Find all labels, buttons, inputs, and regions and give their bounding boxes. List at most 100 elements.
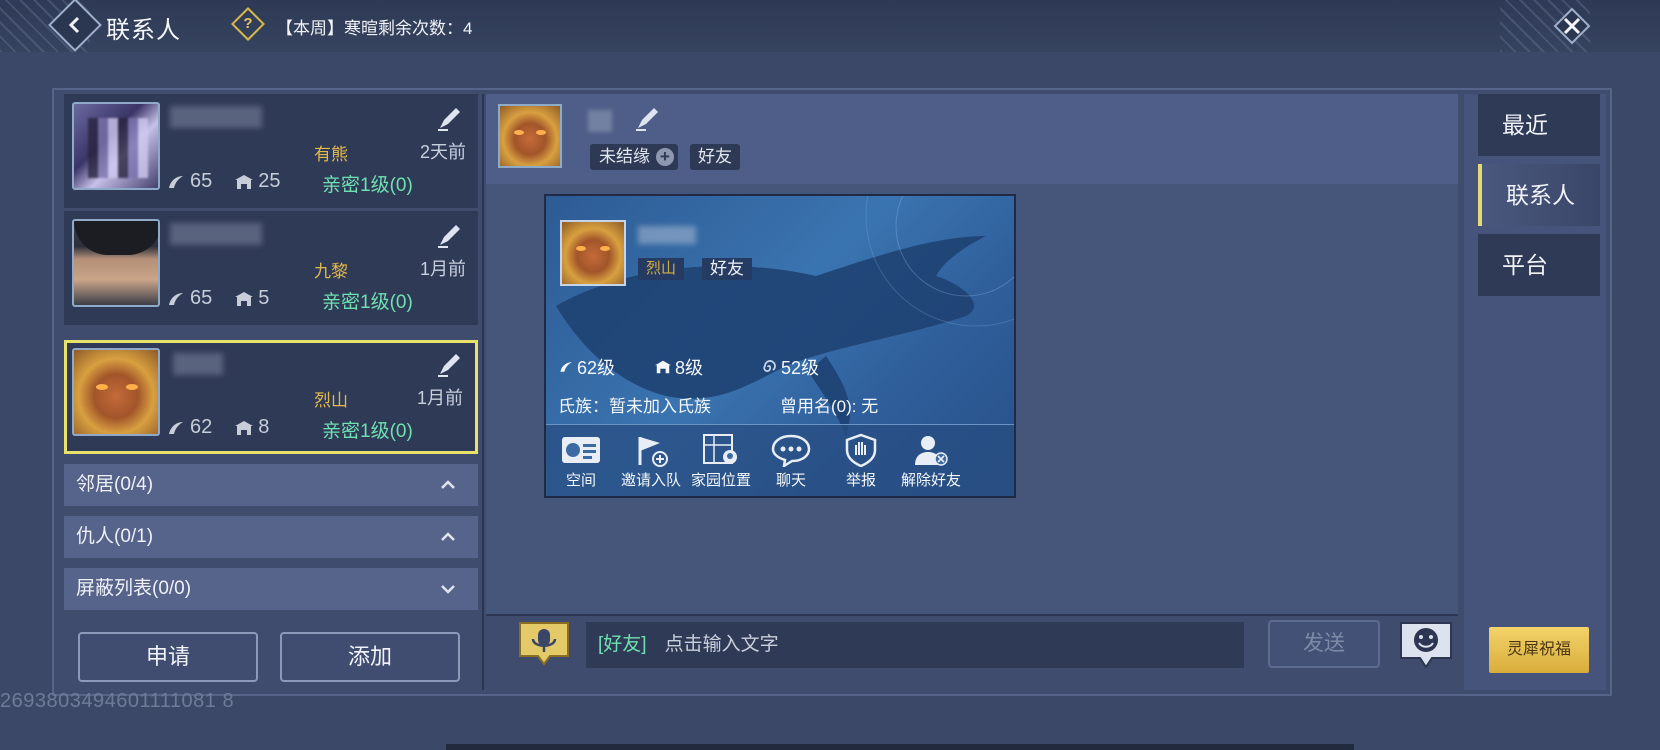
send-button[interactable]: 发送 [1268, 620, 1380, 668]
avatar [72, 219, 160, 307]
chat-header: 未结缘 + 好友 [486, 94, 1458, 184]
remark-edit-icon[interactable] [434, 348, 466, 380]
group-label: 屏蔽列表(0/0) [76, 578, 192, 599]
profile-home-level: 8级 [654, 354, 703, 380]
chat-input[interactable]: [好友] 点击输入文字 [586, 622, 1244, 668]
spiral-icon [763, 360, 776, 372]
group-enemies[interactable]: 仇人(0/1) [64, 516, 478, 558]
map-pin-icon [703, 434, 737, 464]
contact-home-level: 25 [258, 170, 281, 192]
profile-relation: 好友 [702, 258, 752, 280]
microphone-icon [519, 622, 569, 666]
level-icon [169, 175, 183, 188]
remove-user-icon [915, 436, 948, 466]
bond-status-label: 未结缘 [599, 147, 650, 166]
contact-stats: 65 25 [166, 170, 303, 193]
remark-edit-icon[interactable] [434, 102, 466, 134]
contact-name-redacted [170, 106, 262, 128]
voice-button[interactable] [516, 620, 572, 666]
profile-clan-line: 氏族：暂未加入氏族 [558, 397, 711, 416]
contact-card[interactable]: 有熊 2天前 65 25 亲密1级(0) [64, 94, 478, 208]
home-icon [235, 420, 254, 435]
home-icon [235, 291, 254, 306]
contact-level: 65 [190, 170, 213, 192]
contact-stats: 65 5 [166, 287, 291, 310]
contact-level: 65 [190, 287, 213, 309]
contact-name-redacted [170, 223, 262, 245]
profile-level-value: 62级 [577, 358, 616, 378]
action-label: 家园位置 [690, 472, 751, 489]
intimacy-level: 亲密1级(0) [322, 421, 413, 442]
shield-hand-icon [845, 433, 877, 467]
page-title: 联系人 [106, 17, 181, 44]
contact-card[interactable]: 九黎 1月前 65 5 亲密1级(0) [64, 211, 478, 325]
remark-edit-icon[interactable] [434, 219, 466, 251]
tab-recent[interactable]: 最近 [1478, 94, 1600, 156]
apply-button[interactable]: 申请 [78, 632, 258, 682]
contact-clan: 九黎 [314, 262, 348, 281]
divider [482, 94, 484, 690]
contact-home-level: 8 [258, 416, 270, 438]
divider [486, 614, 1458, 616]
remark-edit-icon[interactable] [632, 102, 664, 134]
top-bar: 联系人 ? 【本周】寒暄剩余次数：4 [0, 0, 1660, 52]
relation-tag: 好友 [690, 144, 740, 170]
help-icon[interactable]: ? [231, 7, 265, 41]
channel-label: [好友] [598, 634, 647, 655]
intimacy-level: 亲密1级(0) [322, 175, 413, 196]
profile-level: 62级 [558, 354, 615, 380]
tab-platform[interactable]: 平台 [1478, 234, 1600, 296]
bond-status-tag[interactable]: 未结缘 + [590, 144, 678, 170]
flag-plus-icon [638, 437, 668, 467]
profile-clan: 烈山 [638, 258, 685, 280]
level-icon [169, 421, 183, 434]
bottom-strip [446, 744, 1354, 750]
contact-card-selected[interactable]: 烈山 1月前 62 8 亲密1级(0) [64, 340, 478, 454]
group-label: 仇人(0/1) [76, 526, 154, 547]
action-unfriend[interactable]: 解除好友 [896, 433, 966, 490]
action-home-location[interactable]: 家园位置 [686, 433, 756, 490]
profile-spirit-level: 52级 [760, 354, 819, 380]
action-label: 举报 [845, 472, 876, 489]
bless-button[interactable]: 灵犀祝福 [1489, 627, 1589, 673]
group-label: 邻居(0/4) [76, 474, 154, 495]
action-label: 空间 [565, 472, 596, 489]
action-label: 解除好友 [900, 472, 961, 489]
profile-popup: 烈山 好友 62级 8级 52级 氏族：暂未加入氏族 曾用名(0): 无 空间 … [544, 194, 1016, 498]
home-icon [655, 360, 671, 374]
id-card-icon [562, 437, 600, 463]
action-space[interactable]: 空间 [546, 433, 616, 490]
weekly-greeting-count: 【本周】寒暄剩余次数：4 [276, 19, 473, 38]
action-report[interactable]: 举报 [826, 433, 896, 490]
home-icon [235, 174, 254, 189]
action-label: 邀请入队 [620, 472, 681, 489]
intimacy-level: 亲密1级(0) [322, 292, 413, 313]
close-icon [1553, 7, 1591, 45]
last-contact-time: 1月前 [419, 259, 466, 279]
group-blocked[interactable]: 屏蔽列表(0/0) [64, 568, 478, 610]
user-id-watermark: 2693803494601111081 8 [0, 690, 235, 712]
action-chat[interactable]: 聊天 [756, 433, 826, 490]
contact-name-redacted [173, 353, 223, 375]
contact-home-level: 5 [258, 287, 270, 309]
add-button[interactable]: 添加 [280, 632, 460, 682]
profile-avatar [560, 220, 626, 286]
action-invite-team[interactable]: 邀请入队 [616, 433, 686, 490]
level-icon [560, 362, 572, 372]
chat-bubble-icon [771, 434, 811, 467]
contact-clan: 烈山 [314, 391, 348, 410]
chat-partner-name-redacted [588, 110, 612, 132]
close-button[interactable] [1552, 6, 1592, 46]
plus-icon[interactable]: + [656, 148, 674, 166]
group-neighbors[interactable]: 邻居(0/4) [64, 464, 478, 506]
emoji-button[interactable] [1398, 620, 1454, 670]
profile-action-bar: 空间 邀请入队 家园位置 聊天 举报 解除好友 [546, 424, 1014, 496]
last-contact-time: 2天前 [419, 142, 466, 162]
back-arrow-icon [68, 16, 80, 34]
chevron-up-icon [441, 532, 455, 541]
emoji-icon [1400, 622, 1452, 669]
action-label: 聊天 [775, 472, 806, 489]
chat-partner-avatar[interactable] [498, 104, 562, 168]
profile-name-redacted [638, 226, 696, 244]
tab-contacts[interactable]: 联系人 [1478, 164, 1600, 226]
